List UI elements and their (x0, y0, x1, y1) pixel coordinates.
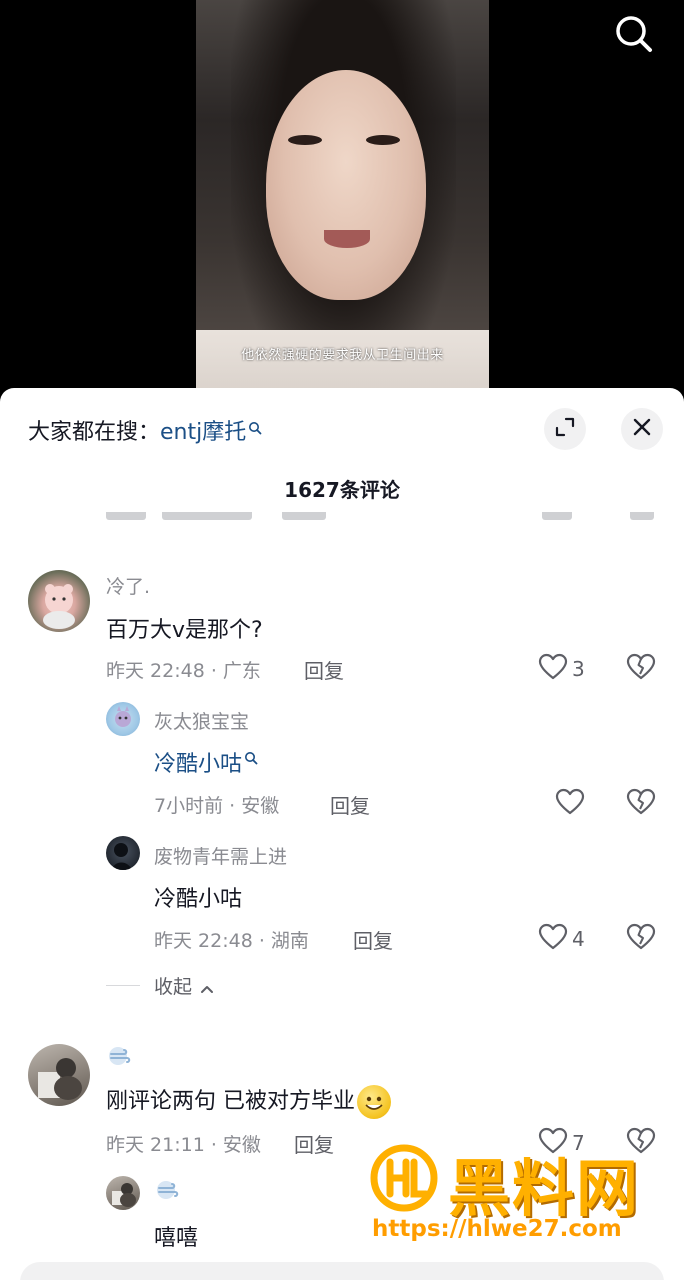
remnant-icon (630, 512, 654, 520)
like-button[interactable]: 3 (538, 653, 585, 685)
remnant-icon (542, 512, 572, 520)
watermark: 黑料网 https://hlwe27.com (368, 1142, 668, 1254)
wind-icon (154, 1178, 182, 1207)
reply-text-link[interactable]: 冷酷小咕 (154, 746, 258, 778)
search-icon (244, 746, 258, 771)
avatar[interactable] (28, 570, 90, 632)
reply-button[interactable]: 回复 (353, 925, 393, 954)
broken-heart-icon (626, 788, 656, 820)
avatar[interactable] (28, 1044, 90, 1106)
collapse-label: 收起 (154, 976, 193, 998)
video-subject-face (266, 70, 426, 300)
comment-input-bar[interactable] (20, 1262, 664, 1280)
chevron-up-icon (200, 977, 214, 999)
expand-button[interactable] (544, 408, 586, 450)
video-frame (196, 0, 489, 400)
dislike-button[interactable] (626, 923, 656, 955)
watermark-brand: 黑料网 (448, 1152, 641, 1225)
video-subject-mouth (324, 230, 370, 248)
reply-text: 冷酷小咕 (154, 887, 243, 912)
search-suggestion-keyword[interactable]: entj摩托 (160, 420, 246, 445)
reply-button[interactable]: 回复 (330, 790, 370, 819)
remnant-text (162, 512, 252, 520)
reply-username[interactable]: 灰太狼宝宝 (154, 707, 249, 734)
avatar[interactable] (106, 1176, 140, 1210)
search-icon[interactable] (612, 12, 656, 56)
comment-text-body: 刚评论两句 已被对方毕业 (106, 1089, 355, 1114)
reply-button[interactable]: 回复 (294, 1129, 334, 1158)
reply-username[interactable]: 废物青年需上进 (154, 842, 287, 869)
video-player[interactable]: 他依然强硬的要求我从卫生间出来 (0, 0, 684, 400)
reply-text: 冷酷小咕 (154, 752, 243, 777)
reply-button[interactable]: 回复 (304, 655, 344, 684)
comment-text: 刚评论两句 已被对方毕业 (106, 1083, 391, 1119)
avatar[interactable] (106, 836, 140, 870)
video-subject-eye (366, 135, 400, 145)
video-subtitle: 他依然强硬的要求我从卫生间出来 (241, 348, 444, 363)
expand-icon (554, 416, 576, 442)
reply-meta: 7小时前 · 安徽 (154, 795, 280, 817)
comment-count-title: 1627条评论 (284, 478, 400, 502)
like-count: 4 (572, 927, 585, 951)
heart-icon (555, 788, 585, 820)
search-suggestion-prefix: 大家都在搜： (28, 420, 161, 445)
dislike-button[interactable] (626, 653, 656, 685)
broken-heart-icon (626, 653, 656, 685)
avatar[interactable] (106, 702, 140, 736)
search-suggestion[interactable]: 大家都在搜：entj摩托 (28, 414, 262, 446)
collapse-replies-button[interactable]: 收起 (154, 972, 214, 999)
grin-emoji-icon (357, 1085, 391, 1119)
wind-icon (106, 1044, 134, 1073)
heart-icon (538, 653, 568, 685)
like-button[interactable] (555, 788, 589, 820)
like-button[interactable]: 4 (538, 923, 585, 955)
dislike-button[interactable] (626, 788, 656, 820)
comment-username[interactable] (106, 1044, 134, 1073)
close-icon (632, 417, 652, 441)
comment-username[interactable]: 冷了. (106, 572, 150, 599)
video-subject-eye (288, 135, 322, 145)
watermark-url: https://hlwe27.com (372, 1216, 622, 1242)
reply-username[interactable] (154, 1178, 182, 1207)
comment-meta: 昨天 21:11 · 安徽 (106, 1134, 261, 1156)
remnant-text (106, 512, 146, 520)
watermark-logo (368, 1142, 440, 1214)
comment-text: 百万大v是那个? (106, 618, 263, 643)
like-count: 3 (572, 657, 585, 681)
comment-meta: 昨天 22:48 · 广东 (106, 660, 261, 682)
heart-icon (538, 923, 568, 955)
close-button[interactable] (621, 408, 663, 450)
remnant-text (282, 512, 326, 520)
search-icon (248, 416, 262, 441)
collapse-divider (106, 985, 140, 986)
broken-heart-icon (626, 923, 656, 955)
scrolled-comment-remnant (106, 512, 666, 524)
reply-text: 嘻嘻 (154, 1226, 199, 1251)
reply-meta: 昨天 22:48 · 湖南 (154, 930, 309, 952)
